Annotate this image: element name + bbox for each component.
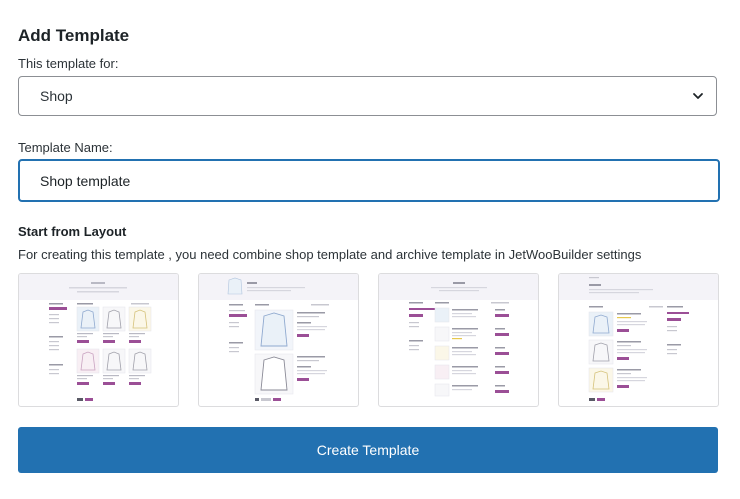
layout-option-2[interactable] [198, 273, 359, 407]
page-title: Add Template [18, 26, 130, 45]
layout-3-preview-image [379, 274, 538, 397]
layout-1-preview-image [19, 274, 178, 401]
layout-option-4[interactable] [558, 273, 719, 407]
layout-option-1[interactable] [18, 273, 179, 407]
template-for-value: Shop [40, 88, 73, 104]
template-for-label: This template for: [18, 56, 119, 71]
layout-options [18, 273, 720, 407]
template-for-select[interactable]: Shop [18, 76, 717, 116]
layout-option-3[interactable] [378, 273, 539, 407]
layout-4-preview-image [559, 274, 718, 401]
chevron-down-icon [693, 93, 703, 99]
create-template-button[interactable]: Create Template [18, 427, 718, 473]
layout-heading: Start from Layout [18, 224, 127, 239]
template-name-value: Shop template [40, 172, 131, 189]
layout-2-preview-image [199, 274, 358, 401]
template-name-label: Template Name: [18, 140, 113, 155]
template-name-input[interactable]: Shop template [18, 159, 720, 202]
layout-description: For creating this template , you need co… [18, 247, 642, 262]
